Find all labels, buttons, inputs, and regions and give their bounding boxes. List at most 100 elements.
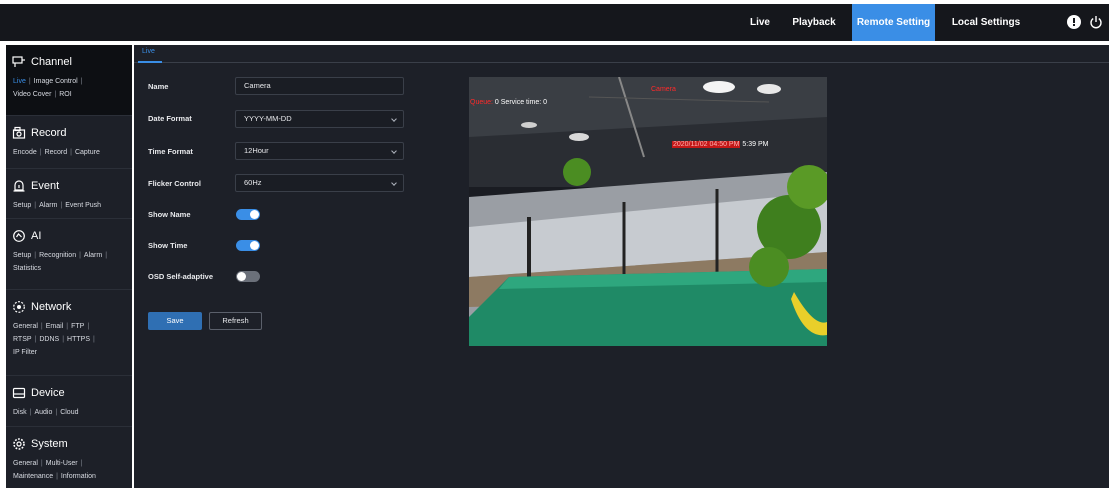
sidebar-link-event-push[interactable]: Event Push — [65, 202, 101, 209]
sidebar-link-roi[interactable]: ROI — [59, 91, 71, 98]
sidebar-link-cloud[interactable]: Cloud — [60, 409, 78, 416]
sidebar-link-disk[interactable]: Disk — [13, 409, 27, 416]
network-icon — [13, 301, 25, 313]
sidebar-group-system: System General | Multi-User | Maintenance | I… — [6, 427, 132, 488]
sidebar-title-record: Record — [31, 127, 67, 139]
chevron-down-icon — [391, 180, 397, 186]
sidebar-links-device: Disk | Audio | Cloud — [13, 409, 79, 416]
sidebar-links-system: General | Multi-User | Maintenance | Informat… — [13, 460, 96, 480]
sidebar-link-record[interactable]: Record — [45, 149, 68, 156]
sidebar-link-capture[interactable]: Capture — [75, 149, 100, 156]
nav-playback[interactable]: Playback — [786, 4, 842, 41]
sidebar-item-event[interactable]: Event — [6, 175, 132, 197]
sidebar-link-https[interactable]: HTTPS — [67, 336, 90, 343]
name-input[interactable]: Camera — [235, 77, 404, 95]
sidebar-links-event: Setup | Alarm | Event Push — [13, 202, 102, 209]
osd-self-adaptive-toggle[interactable] — [236, 271, 260, 282]
sidebar-link-recognition[interactable]: Recognition — [39, 252, 76, 259]
sidebar-title-ai: AI — [31, 230, 42, 242]
sidebar-link-multi-user[interactable]: Multi-User — [46, 460, 78, 467]
sidebar-item-system[interactable]: System — [6, 433, 132, 455]
power-icon[interactable] — [1089, 15, 1103, 29]
sidebar-title-device: Device — [31, 387, 65, 399]
time-format-label: Time Format — [148, 147, 193, 156]
sidebar-link-live[interactable]: Live — [13, 78, 26, 85]
tab-live[interactable]: Live — [142, 48, 155, 55]
sidebar-group-record: Record Encode | Record | Capture — [6, 116, 132, 169]
sidebar-link-video-cover[interactable]: Video Cover — [13, 91, 51, 98]
sidebar-links-record: Encode | Record | Capture — [13, 149, 100, 156]
sidebar-links-ai: Setup | Recognition | Alarm | Statistics — [13, 252, 108, 272]
sidebar-link-ai-alarm[interactable]: Alarm — [84, 252, 102, 259]
record-icon — [12, 126, 26, 139]
show-time-toggle[interactable] — [236, 240, 260, 251]
sidebar-link-general[interactable]: General — [13, 323, 38, 330]
device-icon — [12, 387, 26, 399]
sidebar-item-ai[interactable]: AI — [6, 225, 132, 247]
gear-icon — [13, 438, 25, 450]
camera-preview: Camera Queue: 0 Service time: 0 2020/11/… — [469, 77, 827, 346]
sidebar-item-network[interactable]: Network — [6, 296, 132, 318]
date-format-value: YYYY-MM-DD — [244, 114, 292, 123]
name-label: Name — [148, 82, 169, 91]
flicker-control-label: Flicker Control — [148, 179, 201, 188]
main-panel: Live Name Camera Date Format YYYY-MM-DD … — [134, 45, 1109, 488]
sidebar-link-ddns[interactable]: DDNS — [39, 336, 59, 343]
sidebar-link-ip-filter[interactable]: IP Filter — [13, 349, 37, 356]
sidebar-link-ai-setup[interactable]: Setup — [13, 252, 31, 259]
sidebar-link-ftp[interactable]: FTP — [71, 323, 84, 330]
date-format-select[interactable]: YYYY-MM-DD — [235, 110, 404, 128]
tab-bar: Live — [134, 45, 1109, 63]
sidebar-link-setup[interactable]: Setup — [13, 202, 31, 209]
sidebar-group-network: Network General | Email | FTP | RTSP | DDNS | HTT… — [6, 290, 132, 376]
sidebar-link-image-control[interactable]: Image Control — [34, 78, 78, 85]
sidebar-title-system: System — [31, 438, 68, 450]
sidebar-item-device[interactable]: Device — [6, 382, 132, 404]
sidebar-link-maintenance[interactable]: Maintenance — [13, 473, 53, 480]
tab-underline — [138, 61, 162, 63]
time-format-select[interactable]: 12Hour — [235, 142, 404, 160]
sidebar-item-channel[interactable]: Channel — [6, 51, 132, 73]
sidebar-title-network: Network — [31, 301, 72, 313]
sidebar-link-information[interactable]: Information — [61, 473, 96, 480]
osd-queue-text: Queue: 0 Service time: 0 — [470, 99, 547, 106]
show-name-toggle[interactable] — [236, 209, 260, 220]
save-button[interactable]: Save — [148, 312, 202, 330]
nav-local-settings[interactable]: Local Settings — [944, 4, 1028, 41]
flicker-control-select[interactable]: 60Hz — [235, 174, 404, 192]
refresh-button[interactable]: Refresh — [209, 312, 262, 330]
chevron-down-icon — [391, 148, 397, 154]
sidebar-link-statistics[interactable]: Statistics — [13, 265, 41, 272]
sidebar-link-rtsp[interactable]: RTSP — [13, 336, 32, 343]
top-nav: Live Playback Remote Setting Local Setti… — [0, 4, 1109, 41]
alert-icon[interactable] — [1067, 15, 1081, 29]
sidebar-link-encode[interactable]: Encode — [13, 149, 37, 156]
osd-queue-prefix: Queue: — [470, 99, 493, 106]
nav-live[interactable]: Live — [740, 4, 780, 41]
show-time-label: Show Time — [148, 241, 188, 250]
sidebar-item-record[interactable]: Record — [6, 122, 132, 144]
osd-time-red: 2020/11/02 04:50 PM — [672, 141, 741, 148]
nav-remote-setting[interactable]: Remote Setting — [852, 4, 935, 41]
sidebar-group-event: Event Setup | Alarm | Event Push — [6, 169, 132, 219]
sidebar: Channel Live | Image Control | Video Cover |… — [6, 45, 132, 488]
osd-self-adaptive-label: OSD Self-adaptive — [148, 272, 214, 281]
flicker-control-value: 60Hz — [244, 178, 262, 187]
top-icons — [1067, 15, 1103, 29]
sidebar-link-system-general[interactable]: General — [13, 460, 38, 467]
sidebar-group-channel: Channel Live | Image Control | Video Cover |… — [6, 45, 132, 116]
sidebar-group-device: Device Disk | Audio | Cloud — [6, 376, 132, 427]
osd-camera-name: Camera — [651, 86, 676, 93]
ai-icon — [13, 230, 25, 242]
sidebar-link-audio[interactable]: Audio — [34, 409, 52, 416]
sidebar-link-email[interactable]: Email — [46, 323, 64, 330]
channel-icon — [12, 56, 25, 67]
sidebar-title-event: Event — [31, 180, 60, 192]
sidebar-link-alarm[interactable]: Alarm — [39, 202, 57, 209]
osd-queue-value: 0 Service time: 0 — [494, 99, 548, 106]
sidebar-links-network: General | Email | FTP | RTSP | DDNS | HTTPS | IP F… — [13, 323, 95, 356]
chevron-down-icon — [391, 116, 397, 122]
date-format-label: Date Format — [148, 114, 192, 123]
camera-scene — [469, 77, 827, 346]
show-name-label: Show Name — [148, 210, 191, 219]
